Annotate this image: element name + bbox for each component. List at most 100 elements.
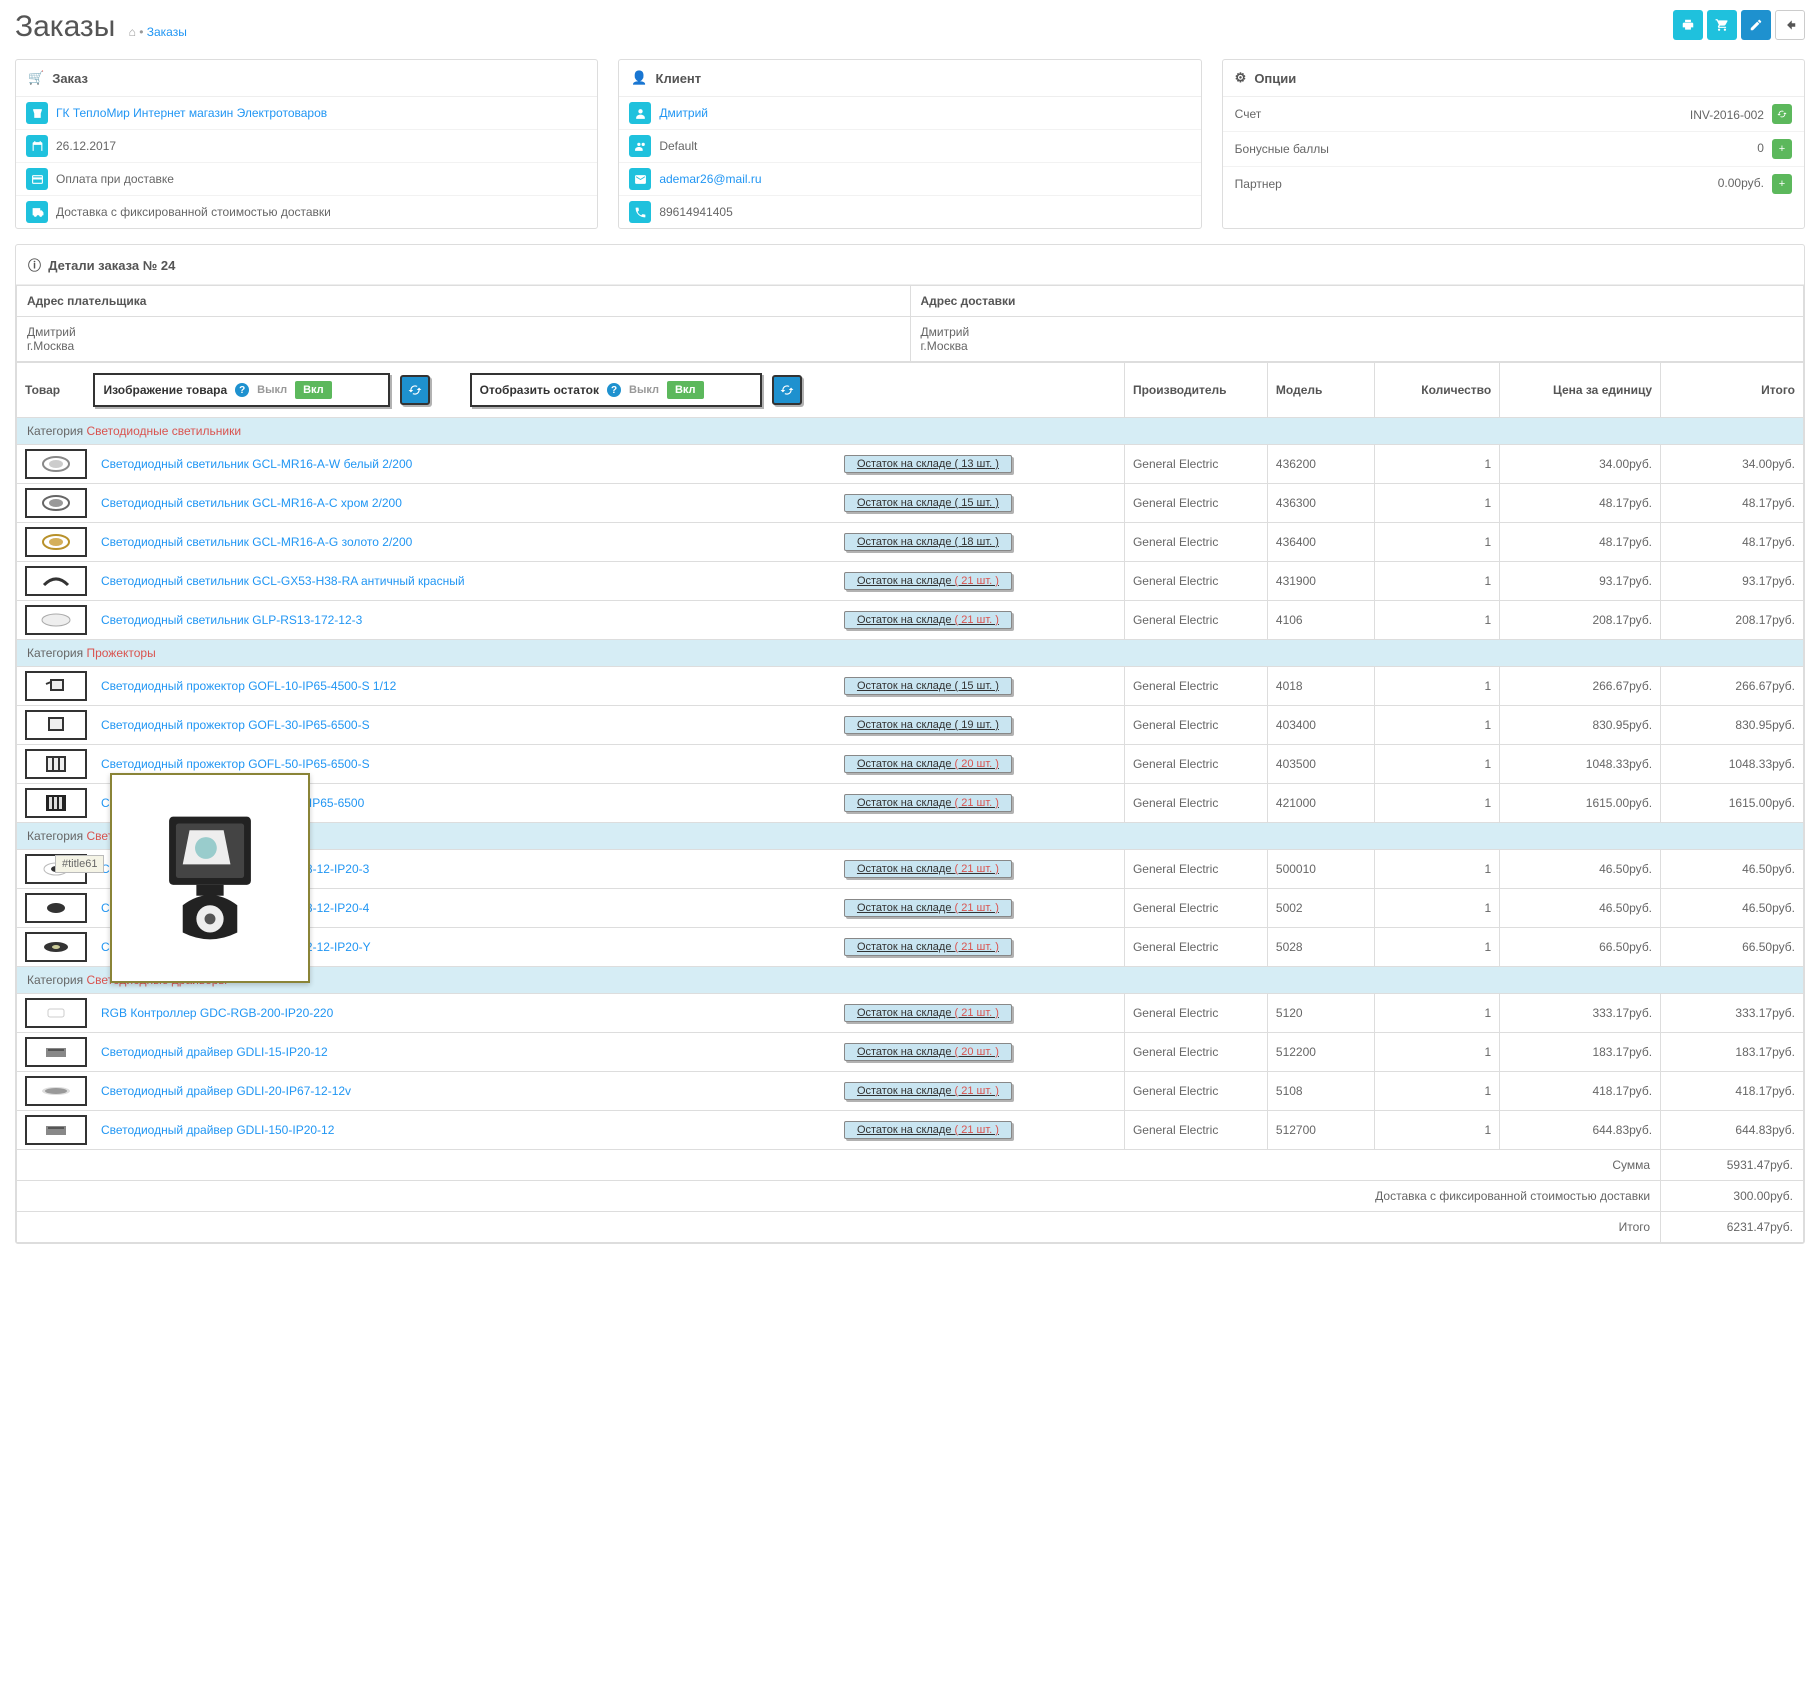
stock-badge[interactable]: Остаток на складе ( 20 шт. ) (844, 1043, 1012, 1061)
product-thumb[interactable] (25, 488, 87, 518)
price-cell: 1048.33руб. (1500, 745, 1661, 784)
mfr-cell: General Electric (1124, 745, 1267, 784)
total-cell: 66.50руб. (1661, 928, 1804, 967)
stock-badge[interactable]: Остаток на складе ( 15 шт. ) (844, 677, 1012, 695)
product-link[interactable]: Светодиодный прожектор GOFL-50-IP65-6500… (101, 757, 830, 771)
product-link[interactable]: Светодиодный драйвер GDLI-150-IP20-12 (101, 1123, 830, 1137)
client-name-link[interactable]: Дмитрий (659, 106, 708, 120)
total-label: Итого (17, 1212, 1661, 1243)
qty-cell: 1 (1375, 562, 1500, 601)
product-link[interactable]: Светодиодный драйвер GDLI-15-IP20-12 (101, 1045, 830, 1059)
stock-badge[interactable]: Остаток на складе ( 21 шт. ) (844, 860, 1012, 878)
toggle-stock-on[interactable]: Вкл (667, 381, 704, 399)
toggle-image-on[interactable]: Вкл (295, 381, 332, 399)
stock-badge[interactable]: Остаток на складе ( 21 шт. ) (844, 572, 1012, 590)
partner-add-button[interactable]: + (1772, 174, 1792, 194)
price-cell: 333.17руб. (1500, 994, 1661, 1033)
product-thumb[interactable] (25, 749, 87, 779)
person-icon (629, 102, 651, 124)
refresh-image-button[interactable] (400, 375, 430, 405)
price-cell: 266.67руб. (1500, 667, 1661, 706)
product-thumb[interactable] (25, 1076, 87, 1106)
mfr-cell: General Electric (1124, 484, 1267, 523)
stock-badge[interactable]: Остаток на складе ( 13 шт. ) (844, 455, 1012, 473)
product-link[interactable]: Светодиодный светильник GCL-MR16-A-W бел… (101, 457, 830, 471)
stock-badge[interactable]: Остаток на складе ( 15 шт. ) (844, 494, 1012, 512)
stock-badge[interactable]: Остаток на складе ( 18 шт. ) (844, 533, 1012, 551)
image-preview-popup (110, 773, 310, 983)
total-cell: 333.17руб. (1661, 994, 1804, 1033)
cart-button[interactable] (1707, 10, 1737, 40)
stock-badge[interactable]: Остаток на складе ( 21 шт. ) (844, 1121, 1012, 1139)
stock-badge[interactable]: Остаток на складе ( 21 шт. ) (844, 611, 1012, 629)
product-thumb[interactable] (25, 710, 87, 740)
total-cell: 208.17руб. (1661, 601, 1804, 640)
phone-icon (629, 201, 651, 223)
client-panel-title: Клиент (656, 71, 702, 86)
product-thumb[interactable] (25, 605, 87, 635)
stock-badge[interactable]: Остаток на складе ( 20 шт. ) (844, 755, 1012, 773)
model-cell: 436200 (1267, 445, 1374, 484)
model-cell: 431900 (1267, 562, 1374, 601)
product-cell: RGB Контроллер GDC-RGB-200-IP20-220 Оста… (17, 994, 1125, 1033)
product-link[interactable]: Светодиодный светильник GLP-RS13-172-12-… (101, 613, 830, 627)
print-button[interactable] (1673, 10, 1703, 40)
refresh-stock-button[interactable] (772, 375, 802, 405)
bonus-label: Бонусные баллы (1235, 142, 1329, 156)
model-cell: 5120 (1267, 994, 1374, 1033)
stock-badge[interactable]: Остаток на складе ( 21 шт. ) (844, 794, 1012, 812)
payment-icon (26, 168, 48, 190)
mfr-cell: General Electric (1124, 523, 1267, 562)
product-link[interactable]: Светодиодный прожектор GOFL-10-IP65-4500… (101, 679, 830, 693)
product-link[interactable]: Светодиодный светильник GCL-MR16-A-G зол… (101, 535, 830, 549)
total-cell: 46.50руб. (1661, 889, 1804, 928)
product-thumb[interactable] (25, 932, 87, 962)
product-thumb[interactable] (25, 527, 87, 557)
stock-badge[interactable]: Остаток на складе ( 21 шт. ) (844, 1082, 1012, 1100)
product-thumb[interactable] (25, 566, 87, 596)
invoice-label: Счет (1235, 107, 1262, 121)
product-link[interactable]: Светодиодный светильник GCL-MR16-A-C хро… (101, 496, 830, 510)
stock-badge[interactable]: Остаток на складе ( 19 шт. ) (844, 716, 1012, 734)
help-icon[interactable]: ? (607, 383, 621, 397)
product-link[interactable]: Светодиодный светильник GCL-GX53-H38-RA … (101, 574, 830, 588)
invoice-gen-button[interactable] (1772, 104, 1792, 124)
product-thumb[interactable] (25, 998, 87, 1028)
stock-badge[interactable]: Остаток на складе ( 21 шт. ) (844, 1004, 1012, 1022)
back-button[interactable] (1775, 10, 1805, 40)
mfr-cell: General Electric (1124, 850, 1267, 889)
bonus-add-button[interactable]: + (1772, 139, 1792, 159)
model-cell: 436400 (1267, 523, 1374, 562)
product-link[interactable]: RGB Контроллер GDC-RGB-200-IP20-220 (101, 1006, 830, 1020)
breadcrumb-link[interactable]: Заказы (147, 25, 187, 39)
stock-badge[interactable]: Остаток на складе ( 21 шт. ) (844, 938, 1012, 956)
model-cell: 512700 (1267, 1111, 1374, 1150)
client-email-link[interactable]: ademar26@mail.ru (659, 172, 761, 186)
mfr-cell: General Electric (1124, 1033, 1267, 1072)
group-icon (629, 135, 651, 157)
payer-address: Дмитрийг.Москва (17, 317, 911, 362)
total-cell: 1615.00руб. (1661, 784, 1804, 823)
edit-button[interactable] (1741, 10, 1771, 40)
header-buttons (1673, 10, 1805, 40)
model-cell: 500010 (1267, 850, 1374, 889)
client-phone: 89614941405 (659, 205, 732, 219)
store-link[interactable]: ГК ТеплоМир Интернет магазин Электротова… (56, 106, 327, 120)
stock-badge[interactable]: Остаток на складе ( 21 шт. ) (844, 899, 1012, 917)
product-link[interactable]: Светодиодный драйвер GDLI-20-IP67-12-12v (101, 1084, 830, 1098)
product-cell: Светодиодный светильник GCL-MR16-A-W бел… (17, 445, 1125, 484)
total-value: 300.00руб. (1661, 1181, 1804, 1212)
product-thumb[interactable] (25, 893, 87, 923)
product-thumb[interactable] (25, 1037, 87, 1067)
home-icon[interactable]: ⌂ (129, 25, 136, 39)
product-thumb[interactable] (25, 671, 87, 701)
qty-cell: 1 (1375, 1072, 1500, 1111)
product-thumb[interactable] (25, 1115, 87, 1145)
product-thumb[interactable] (25, 788, 87, 818)
help-icon[interactable]: ? (235, 383, 249, 397)
product-link[interactable]: Светодиодный прожектор GOFL-30-IP65-6500… (101, 718, 830, 732)
total-cell: 93.17руб. (1661, 562, 1804, 601)
product-thumb[interactable] (25, 449, 87, 479)
col-price: Цена за единицу (1500, 363, 1661, 418)
mfr-cell: General Electric (1124, 1072, 1267, 1111)
